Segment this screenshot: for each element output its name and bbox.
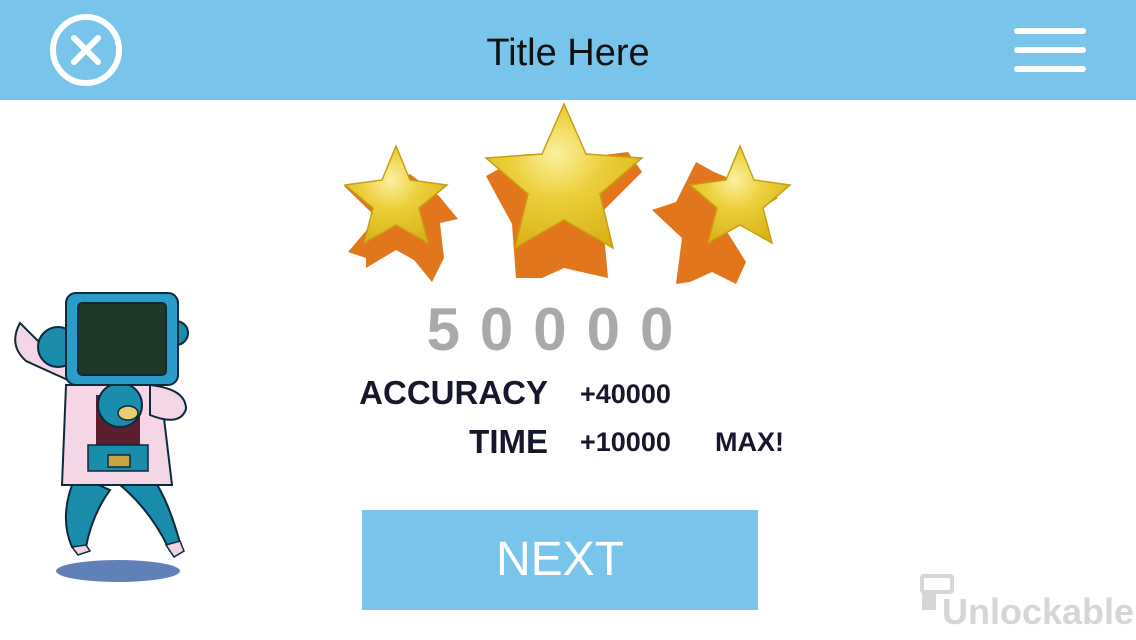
star-icon (652, 144, 792, 284)
star-icon (484, 102, 644, 278)
hamburger-menu-icon (1014, 66, 1086, 72)
star-icon (343, 144, 458, 282)
watermark-text: Unlockable (942, 591, 1135, 632)
watermark: Unlockable (918, 570, 1134, 634)
page-title: Title Here (486, 32, 650, 74)
hamburger-menu-icon (1014, 47, 1086, 53)
time-max-badge: MAX! (715, 427, 784, 457)
time-label: TIME (469, 423, 548, 460)
star-rating (343, 102, 792, 284)
next-button[interactable]: NEXT (362, 510, 758, 610)
accuracy-value: +40000 (580, 379, 671, 409)
accuracy-label: ACCURACY (359, 374, 548, 411)
score-total: 50000 (426, 296, 694, 363)
menu-button[interactable] (1012, 26, 1088, 74)
close-button[interactable] (48, 12, 124, 88)
hamburger-menu-icon (1014, 28, 1086, 34)
top-bar: Title Here (0, 0, 1136, 100)
close-circle-icon (50, 14, 122, 86)
mascot-character (14, 292, 189, 582)
time-value: +10000 (580, 427, 671, 457)
